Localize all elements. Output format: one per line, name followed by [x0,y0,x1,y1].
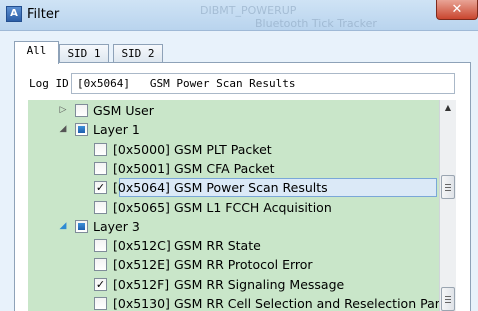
log-id-label: Log ID [29,77,69,90]
tree-item[interactable]: ✓ [0x512F] GSM RR Signaling Message [28,275,441,295]
group-checkbox[interactable] [75,123,88,136]
item-checkbox[interactable]: ✓ [94,278,107,291]
scroll-thumb[interactable] [441,175,455,199]
item-checkbox[interactable] [94,162,107,175]
tree-group[interactable]: ▷ GSM User [28,101,441,121]
background-window-text-2: Bluetooth Tick Tracker [255,17,377,30]
log-name: GSM RR State [174,238,261,253]
log-code: [0x512F] [113,277,170,292]
log-code: [0x512E] [113,257,170,272]
arrow-down-icon[interactable]: ◢ [58,123,68,135]
log-name: GSM L1 FCCH Acquisition [174,200,332,215]
item-checkbox[interactable] [94,239,107,252]
log-code: [0x5065] [113,200,170,215]
log-name: GSM RR Signaling Message [174,277,345,292]
background-window-text: DIBMT_POWERUP [200,4,297,17]
grip-icon [445,184,451,191]
app-icon: A [6,6,22,22]
log-code: [0x5064] [113,180,170,195]
title-bar: A Filter DIBMT_POWERUP Bluetooth Tick Tr… [0,0,478,31]
item-checkbox[interactable] [94,143,107,156]
log-code: [0x5130] [113,296,170,311]
tab-all[interactable]: All [14,41,59,64]
tree-item[interactable]: [0x5130] GSM RR Cell Selection and Resele… [28,294,441,311]
item-checkbox[interactable]: ✓ [94,181,107,194]
scroll-up-icon[interactable]: ▲ [440,100,456,116]
tree-group[interactable]: ◢ Layer 3 [28,217,441,237]
tree-item[interactable]: [0x512C] GSM RR State [28,236,441,256]
log-id-field[interactable]: [0x5064] GSM Power Scan Results [71,73,455,94]
tree-item[interactable]: ✓ [0x5064] GSM Power Scan Results [28,178,441,198]
log-code: [0x5001] [113,161,170,176]
log-name: GSM RR Cell Selection and Reselection Pa… [174,296,441,311]
tree-scrollbar[interactable]: ▲ [439,100,456,311]
item-checkbox[interactable] [94,201,107,214]
log-code: [0x5000] [113,142,170,157]
close-icon: ✕ [451,2,463,17]
item-checkbox[interactable] [94,258,107,271]
group-checkbox[interactable] [75,220,88,233]
grip-icon [445,296,451,303]
tree-item[interactable]: [0x5001] GSM CFA Packet [28,159,441,179]
tab-sid-1[interactable]: SID 1 [59,44,109,63]
log-name: GSM CFA Packet [174,161,275,176]
tree-group[interactable]: ◢ Layer 1 [28,120,441,140]
group-label: GSM User [93,103,154,118]
log-code: [0x512C] [113,238,171,253]
arrow-down-icon[interactable]: ◢ [58,220,68,232]
group-label: Layer 1 [93,122,140,137]
tab-sid-2[interactable]: SID 2 [113,44,163,63]
item-checkbox[interactable] [94,297,107,310]
log-name: GSM RR Protocol Error [174,257,313,272]
close-button[interactable]: ✕ [436,0,478,20]
window-title: Filter [27,7,60,22]
arrow-right-icon[interactable]: ▷ [58,104,68,116]
scroll-thumb-lower[interactable] [441,287,455,311]
log-name: GSM PLT Packet [174,142,272,157]
tree-item[interactable]: [0x5065] GSM L1 FCCH Acquisition [28,198,441,218]
group-checkbox[interactable] [75,104,88,117]
tree-item[interactable]: [0x512E] GSM RR Protocol Error [28,255,441,275]
log-name: GSM Power Scan Results [174,180,328,195]
log-tree: ▷ GSM User ◢ Layer 1 [0x5000] GSM PLT Packet[… [28,100,441,311]
tree-item[interactable]: [0x5000] GSM PLT Packet [28,140,441,160]
group-label: Layer 3 [93,219,140,234]
